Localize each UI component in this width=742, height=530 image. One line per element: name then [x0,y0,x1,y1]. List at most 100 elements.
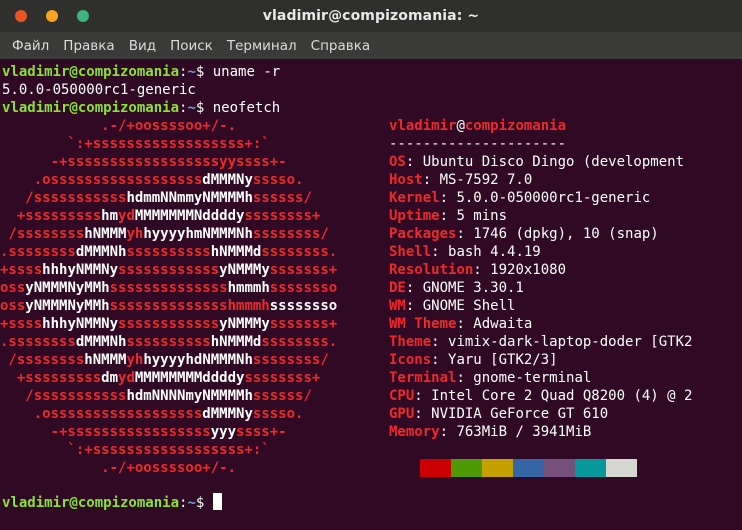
logo-segment: sssso. [252,406,304,422]
window-title: vladimir@compizomania: ~ [262,8,480,24]
info-row: Memory: 763MiB / 3941MiB [389,423,692,441]
logo-segment: sssssss+ [269,262,338,278]
info-value: 5 mins [456,208,508,224]
info-row: DE: GNOME 3.30.1 [389,279,692,297]
logo-segment: hdmmNNmmyNMMMMh [126,190,253,206]
logo-segment: +ssss [0,316,43,332]
info-row: WM: GNOME Shell [389,297,692,315]
info-value: 763MiB / 3941MiB [456,424,592,440]
logo-segment: ssssss/ [252,190,312,206]
logo-segment: ssssssso [269,298,338,314]
logo-line: /ssssssssssshdmNNNNmyNMMMMhssssss/ [0,387,337,405]
info-key: OS [389,154,406,170]
info-colon: : [405,280,423,296]
menu-bar: Файл Правка Вид Поиск Терминал Справка [0,32,742,59]
terminal-output[interactable]: vladimir@compizomania:~$ uname -r 5.0.0-… [0,59,742,530]
palette-swatch [482,459,513,477]
menu-file[interactable]: Файл [6,38,55,54]
palette-swatch [513,459,544,477]
menu-view[interactable]: Вид [123,38,162,54]
palette-swatch [606,459,637,477]
info-row: Shell: bash 4.4.19 [389,243,692,261]
logo-segment: ssssssss. [261,334,338,350]
logo-segment: /ssssssss [0,352,85,368]
logo-segment: hmmmh [227,280,270,296]
logo-line: .ossssssssssssssssssdMMMNysssso. [0,171,337,189]
info-colon: : [439,208,457,224]
logo-segment: ssssssssssssss [109,280,228,296]
logo-segment: ssss+- [236,424,287,440]
logo-segment: .ssssssss [0,244,76,260]
logo-segment: hNMMM [84,226,127,242]
info-colon: : [431,334,449,350]
info-row: Host: MS-7592 7.0 [389,171,692,189]
color-palette [389,459,637,477]
info-colon: : [456,370,474,386]
logo-segment: .ssssssss [0,334,76,350]
logo-segment: -+sssssssssssssssss [0,424,211,440]
info-key: WM Theme [389,316,457,332]
logo-segment: yNMMMy [219,262,270,278]
info-key: Shell [389,244,432,260]
info-colon: : [473,262,491,278]
logo-segment: ssssssss/ [252,226,329,242]
logo-line: +sssshhhyNMMNyssssssssssssyNMMMysssssss+ [0,261,337,279]
palette-swatch [451,459,482,477]
logo-segment: dMMMNy [202,172,253,188]
info-value: gnome-terminal [473,370,592,386]
info-value: Adwaita [473,316,533,332]
info-value: Yaru [GTK2/3] [448,352,558,368]
info-colon: : [439,424,457,440]
info-row: GPU: NVIDIA GeForce GT 610 [389,405,692,423]
logo-segment: dm [101,370,119,386]
logo-segment: /ssssssss [0,226,85,242]
logo-segment: `:+ssssssssssssssssss+:` [0,442,270,458]
logo-segment: ssssssss/ [252,352,329,368]
menu-search[interactable]: Поиск [164,38,219,54]
logo-segment: ssssssss+ [244,370,321,386]
logo-segment: hNMMMd [210,334,262,350]
logo-segment: sssssssssssssshmmmh [109,298,270,314]
logo-segment: yNMMMNyMMh [25,298,110,314]
info-row: WM Theme: Adwaita [389,315,692,333]
logo-segment: oss [0,280,26,296]
logo-segment: ssssssss+ [244,208,321,224]
info-row: Terminal: gnome-terminal [389,369,692,387]
palette-swatch [544,459,575,477]
menu-edit[interactable]: Правка [57,38,120,54]
info-key: DE [389,280,406,296]
logo-line: +ssssssssshmydMMMMMMMNddddyssssssss+ [0,207,337,225]
logo-segment: +sssssssss [0,370,102,386]
info-value: Ubuntu Disco Dingo (development [422,154,685,170]
logo-segment: hm [101,208,119,224]
logo-line: .-/+oossssoo+/-. [0,117,337,135]
logo-segment: /sssssssssss [0,190,127,206]
info-key: Resolution [389,262,474,278]
logo-segment: hdmNNNNmyNMMMMh [126,388,253,404]
logo-segment: /sssssssssss [0,388,127,404]
logo-segment: hhhyNMMNy [42,316,119,332]
logo-segment: yh [126,226,144,242]
system-info: vladimir@compizomania ------------------… [389,117,692,441]
terminal-window: vladimir@compizomania: ~ Файл Правка Вид… [0,0,742,530]
menu-terminal[interactable]: Терминал [221,38,303,54]
title-bar[interactable]: vladimir@compizomania: ~ [0,0,742,32]
logo-line: .ossssssssssssssssssdMMMNysssso. [0,405,337,423]
menu-help[interactable]: Справка [305,38,376,54]
logo-segment: ssssssssss [126,244,211,260]
info-key: Packages [389,226,457,242]
info-key: GPU [389,406,415,422]
info-colon: : [431,352,449,368]
logo-line: ossyNMMMNyMMhsssssssssssssshmmmhssssssso [0,279,337,297]
prompt-line[interactable]: vladimir@compizomania:~$ [2,493,222,512]
logo-line: -+ssssssssssssssssssyyssss+- [0,153,337,171]
info-colon: : [439,190,457,206]
logo-segment: hhhyNMMNy [42,262,119,278]
logo-line: .ssssssssdMMMNhsssssssssshNMMMdssssssss. [0,333,337,351]
info-key: Uptime [389,208,440,224]
logo-segment: .-/+oossssoo+/-. [0,118,237,134]
info-value: 1920x1080 [490,262,567,278]
logo-segment: .ossssssssssssssssss [0,172,203,188]
logo-line: +sssssssssdmydMMMMMMMMddddyssssssss+ [0,369,337,387]
logo-segment: ssssssssss [126,334,211,350]
